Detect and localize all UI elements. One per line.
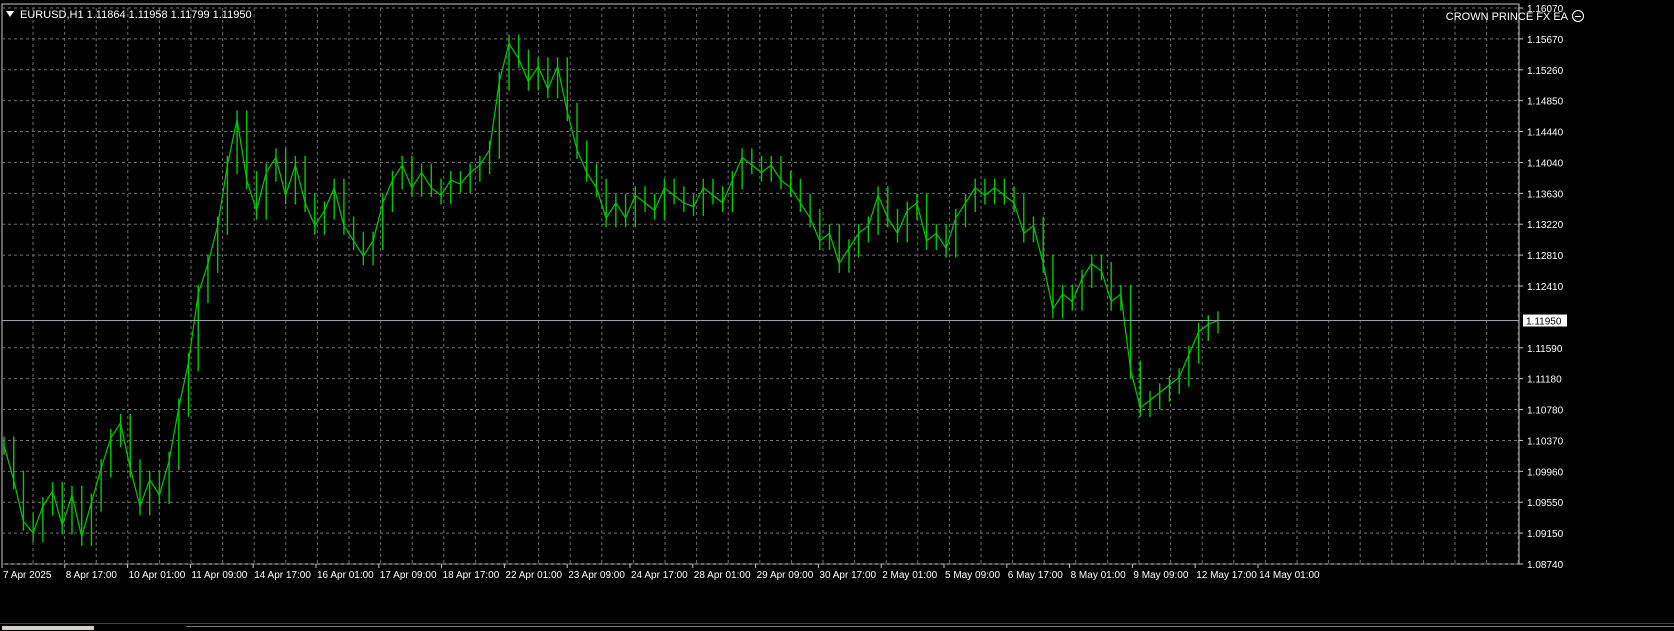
x-tick-label: 17 Apr 09:00 xyxy=(380,570,437,581)
y-tick-label: 1.14440 xyxy=(1527,128,1564,139)
expert-advisor-name: CROWN PRINCE FX EA xyxy=(1445,11,1568,23)
y-tick-label: 1.13220 xyxy=(1527,220,1564,231)
symbol-info[interactable]: EURUSD,H1 1.11864 1.11958 1.11799 1.1195… xyxy=(6,9,252,21)
y-tick-label: 1.14850 xyxy=(1527,97,1564,108)
expert-advisor-label: CROWN PRINCE FX EA xyxy=(1446,10,1584,23)
x-tick-label: 11 Apr 09:00 xyxy=(191,570,247,581)
x-tick-label: 8 May 01:00 xyxy=(1071,570,1126,581)
y-tick-label: 1.11180 xyxy=(1527,375,1562,386)
x-tick-label: 24 Apr 17:00 xyxy=(631,570,688,581)
collapse-triangle-icon[interactable] xyxy=(6,11,14,17)
x-tick-label: 2 May 01:00 xyxy=(882,570,937,581)
y-tick-label: 1.13630 xyxy=(1527,189,1564,200)
y-tick-label: 1.10780 xyxy=(1527,406,1564,417)
x-tick-label: 7 Apr 2025 xyxy=(3,570,52,581)
y-tick-label: 1.09150 xyxy=(1527,529,1564,540)
y-tick-label: 1.08740 xyxy=(1527,560,1564,571)
price-chart[interactable]: 1.160701.156701.152601.148501.144401.140… xyxy=(0,0,1674,630)
x-tick-label: 30 Apr 17:00 xyxy=(819,570,876,581)
x-tick-label: 14 Apr 17:00 xyxy=(254,570,311,581)
y-tick-label: 1.11590 xyxy=(1527,344,1563,355)
current-price-label: 1.11950 xyxy=(1526,317,1562,328)
x-tick-label: 9 May 09:00 xyxy=(1133,570,1188,581)
x-tick-label: 5 May 09:00 xyxy=(945,570,1000,581)
x-tick-label: 29 Apr 09:00 xyxy=(757,570,814,581)
y-tick-label: 1.09960 xyxy=(1527,467,1564,478)
horizontal-scrollbar[interactable] xyxy=(186,626,1674,631)
x-tick-label: 16 Apr 01:00 xyxy=(317,570,374,581)
smiley-icon xyxy=(1572,10,1584,22)
x-tick-label: 22 Apr 01:00 xyxy=(505,570,562,581)
x-tick-label: 12 May 17:00 xyxy=(1196,570,1257,581)
x-tick-label: 18 Apr 17:00 xyxy=(443,570,500,581)
y-tick-label: 1.15260 xyxy=(1527,66,1564,77)
y-tick-label: 1.12810 xyxy=(1527,251,1564,262)
symbol-info-text: EURUSD,H1 1.11864 1.11958 1.11799 1.1195… xyxy=(20,9,252,21)
y-tick-label: 1.10370 xyxy=(1527,436,1564,447)
y-tick-label: 1.12410 xyxy=(1527,282,1564,293)
y-tick-label: 1.15670 xyxy=(1527,35,1564,46)
y-tick-label: 1.14040 xyxy=(1527,158,1564,169)
x-tick-label: 10 Apr 01:00 xyxy=(129,570,186,581)
x-tick-label: 14 May 01:00 xyxy=(1259,570,1320,581)
x-tick-label: 8 Apr 17:00 xyxy=(66,570,118,581)
chart-window[interactable]: 1.16070 1.15670 1.15260 1.14850 1.14440 1.140… xyxy=(0,0,1674,631)
x-tick-label: 28 Apr 01:00 xyxy=(694,570,751,581)
y-tick-label: 1.09550 xyxy=(1527,498,1564,509)
x-tick-label: 23 Apr 09:00 xyxy=(568,570,625,581)
x-tick-label: 6 May 17:00 xyxy=(1008,570,1063,581)
chart-tab[interactable] xyxy=(2,626,94,630)
